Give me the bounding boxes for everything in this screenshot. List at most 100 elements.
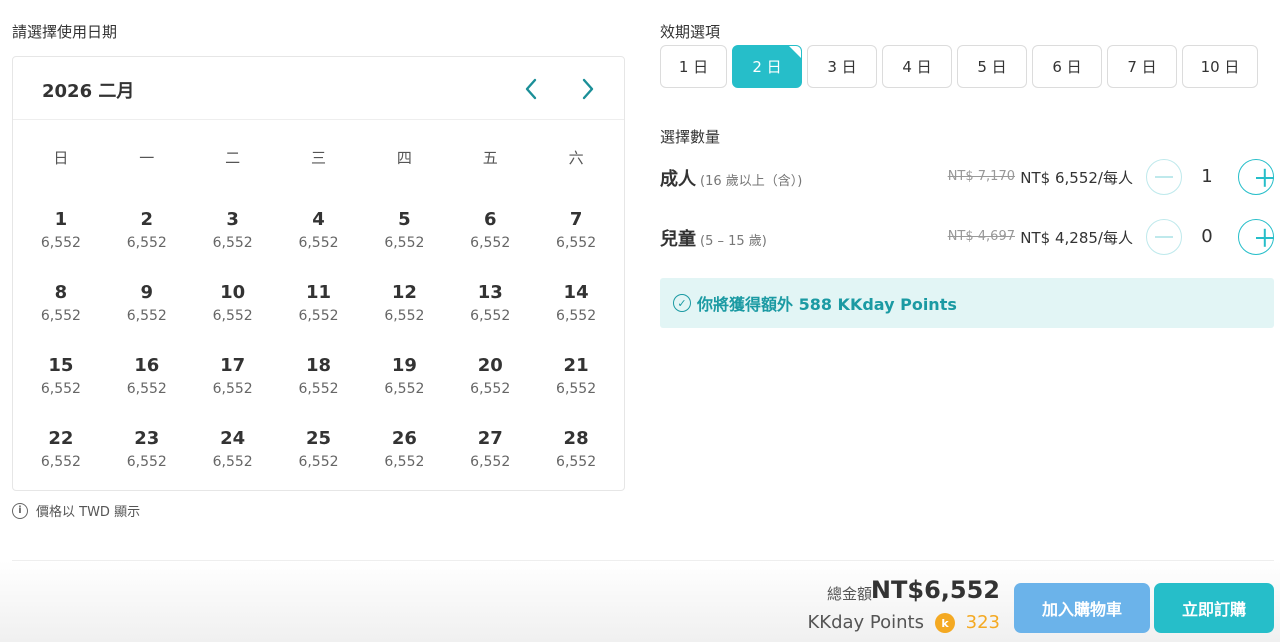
- adult-label: 成人 (16 歲以上（含）): [660, 165, 802, 191]
- weekday-label: 五: [482, 149, 498, 167]
- adult-age-note: (16 歲以上（含）): [700, 174, 803, 189]
- day-price: 6,552: [40, 235, 81, 251]
- adult-increase-button[interactable]: [1238, 159, 1274, 195]
- day-price: 6,552: [298, 381, 339, 397]
- day-price: 6,552: [212, 308, 253, 324]
- day-number: 17: [220, 355, 246, 376]
- day-number: 3: [226, 209, 239, 230]
- prev-month-button[interactable]: [517, 75, 545, 103]
- calendar-day[interactable]: 26 6,552: [361, 422, 447, 495]
- currency-note-text: 價格以 TWD 顯示: [36, 505, 141, 520]
- calendar-day[interactable]: 17 6,552: [190, 349, 276, 422]
- calendar-week-row: 8 6,552 9 6,552 10 6,552 11 6,552 12 6,552 13 6,552…: [18, 276, 619, 349]
- calendar-day[interactable]: 7 6,552: [533, 203, 619, 276]
- day-number: 13: [477, 282, 503, 303]
- day-price: 6,552: [470, 235, 511, 251]
- day-price: 6,552: [470, 381, 511, 397]
- day-number: 21: [563, 355, 589, 376]
- adult-original-price: NT$ 7,170: [947, 169, 1015, 184]
- calendar-day[interactable]: 15 6,552: [18, 349, 104, 422]
- calendar-day[interactable]: 20 6,552: [447, 349, 533, 422]
- weekday-label: 二: [225, 149, 241, 167]
- day-price: 6,552: [556, 381, 597, 397]
- calendar-day[interactable]: 4 6,552: [276, 203, 362, 276]
- adult-decrease-button[interactable]: [1146, 159, 1182, 195]
- child-decrease-button[interactable]: [1146, 219, 1182, 255]
- day-number: 7: [569, 209, 583, 230]
- day-price: 6,552: [40, 308, 81, 324]
- period-option-selected[interactable]: 2 日: [732, 45, 802, 88]
- weekday-label: 三: [311, 149, 327, 167]
- period-option[interactable]: 3 日: [807, 45, 877, 88]
- day-price: 6,552: [126, 454, 167, 470]
- calendar-day[interactable]: 1 6,552: [18, 203, 104, 276]
- child-quantity-row: 兒童 (5 – 15 歲) NT$ 4,697 NT$ 4,285/每人 0: [660, 217, 1274, 257]
- calendar-day[interactable]: 12 6,552: [361, 276, 447, 349]
- weekday-label: 六: [568, 149, 584, 167]
- calendar-day[interactable]: 27 6,552: [447, 422, 533, 495]
- calendar-day[interactable]: 13 6,552: [447, 276, 533, 349]
- adult-quantity-row: 成人 (16 歲以上（含）) NT$ 7,170 NT$ 6,552/每人 1: [660, 157, 1274, 197]
- calendar-day[interactable]: 21 6,552: [533, 349, 619, 422]
- day-number: 19: [391, 355, 417, 376]
- calendar-day[interactable]: 25 6,552: [276, 422, 362, 495]
- child-original-price: NT$ 4,697: [947, 229, 1015, 244]
- chevron-right-icon: [582, 78, 594, 100]
- calendar-day[interactable]: 22 6,552: [18, 422, 104, 495]
- book-now-button[interactable]: 立即訂購: [1154, 583, 1274, 633]
- next-month-button[interactable]: [574, 75, 602, 103]
- day-price: 6,552: [126, 308, 167, 324]
- day-price: 6,552: [384, 381, 425, 397]
- points-value: 323: [965, 612, 1000, 633]
- calendar-day[interactable]: 10 6,552: [190, 276, 276, 349]
- period-option[interactable]: 1 日: [660, 45, 727, 88]
- total-amount: NT$6,552: [870, 576, 1000, 604]
- weekday-label: 四: [396, 149, 412, 167]
- day-number: 6: [483, 209, 497, 230]
- calendar-day[interactable]: 5 6,552: [361, 203, 447, 276]
- calendar-day[interactable]: 8 6,552: [18, 276, 104, 349]
- day-number: 1: [54, 209, 68, 230]
- day-number: 28: [563, 428, 589, 449]
- add-to-cart-button[interactable]: 加入購物車: [1014, 583, 1150, 633]
- period-option[interactable]: 7 日: [1107, 45, 1177, 88]
- day-number: 23: [134, 428, 160, 449]
- calendar-day[interactable]: 16 6,552: [104, 349, 190, 422]
- child-price: NT$ 4,285/每人: [1020, 229, 1133, 247]
- calendar-day[interactable]: 11 6,552: [276, 276, 362, 349]
- calendar-day[interactable]: 6 6,552: [447, 203, 533, 276]
- calendar-day[interactable]: 19 6,552: [361, 349, 447, 422]
- day-price: 6,552: [470, 308, 511, 324]
- child-name: 兒童: [660, 229, 696, 250]
- calendar-day[interactable]: 28 6,552: [533, 422, 619, 495]
- day-number: 20: [477, 355, 503, 376]
- check-circle-icon: ✓: [673, 294, 691, 312]
- calendar-day[interactable]: 18 6,552: [276, 349, 362, 422]
- day-price: 6,552: [556, 308, 597, 324]
- day-number: 22: [48, 428, 74, 449]
- calendar-day[interactable]: 2 6,552: [104, 203, 190, 276]
- calendar-day[interactable]: 3 6,552: [190, 203, 276, 276]
- points-banner: ✓ 你將獲得額外 588 KKday Points: [660, 278, 1274, 328]
- day-price: 6,552: [298, 235, 339, 251]
- period-option[interactable]: 4 日: [882, 45, 952, 88]
- day-number: 5: [398, 209, 411, 230]
- day-price: 6,552: [212, 235, 253, 251]
- calendar-day[interactable]: 24 6,552: [190, 422, 276, 495]
- day-price: 6,552: [40, 381, 81, 397]
- child-increase-button[interactable]: [1238, 219, 1274, 255]
- calendar-day[interactable]: 14 6,552: [533, 276, 619, 349]
- day-price: 6,552: [384, 308, 425, 324]
- day-price: 6,552: [556, 454, 597, 470]
- day-number: 16: [134, 355, 160, 376]
- period-option[interactable]: 5 日: [957, 45, 1027, 88]
- period-option[interactable]: 6 日: [1032, 45, 1102, 88]
- calendar-day[interactable]: 23 6,552: [104, 422, 190, 495]
- day-price: 6,552: [556, 235, 597, 251]
- weekday-label: 日: [53, 149, 69, 167]
- child-age-note: (5 – 15 歲): [700, 234, 767, 249]
- period-options: 1 日 2 日 3 日 4 日 5 日 6 日 7 日 10 日: [660, 45, 1258, 88]
- calendar-day[interactable]: 9 6,552: [104, 276, 190, 349]
- calendar-week-row: 22 6,552 23 6,552 24 6,552 25 6,552 26 6,552 27 6,5…: [18, 422, 619, 495]
- period-option[interactable]: 10 日: [1182, 45, 1258, 88]
